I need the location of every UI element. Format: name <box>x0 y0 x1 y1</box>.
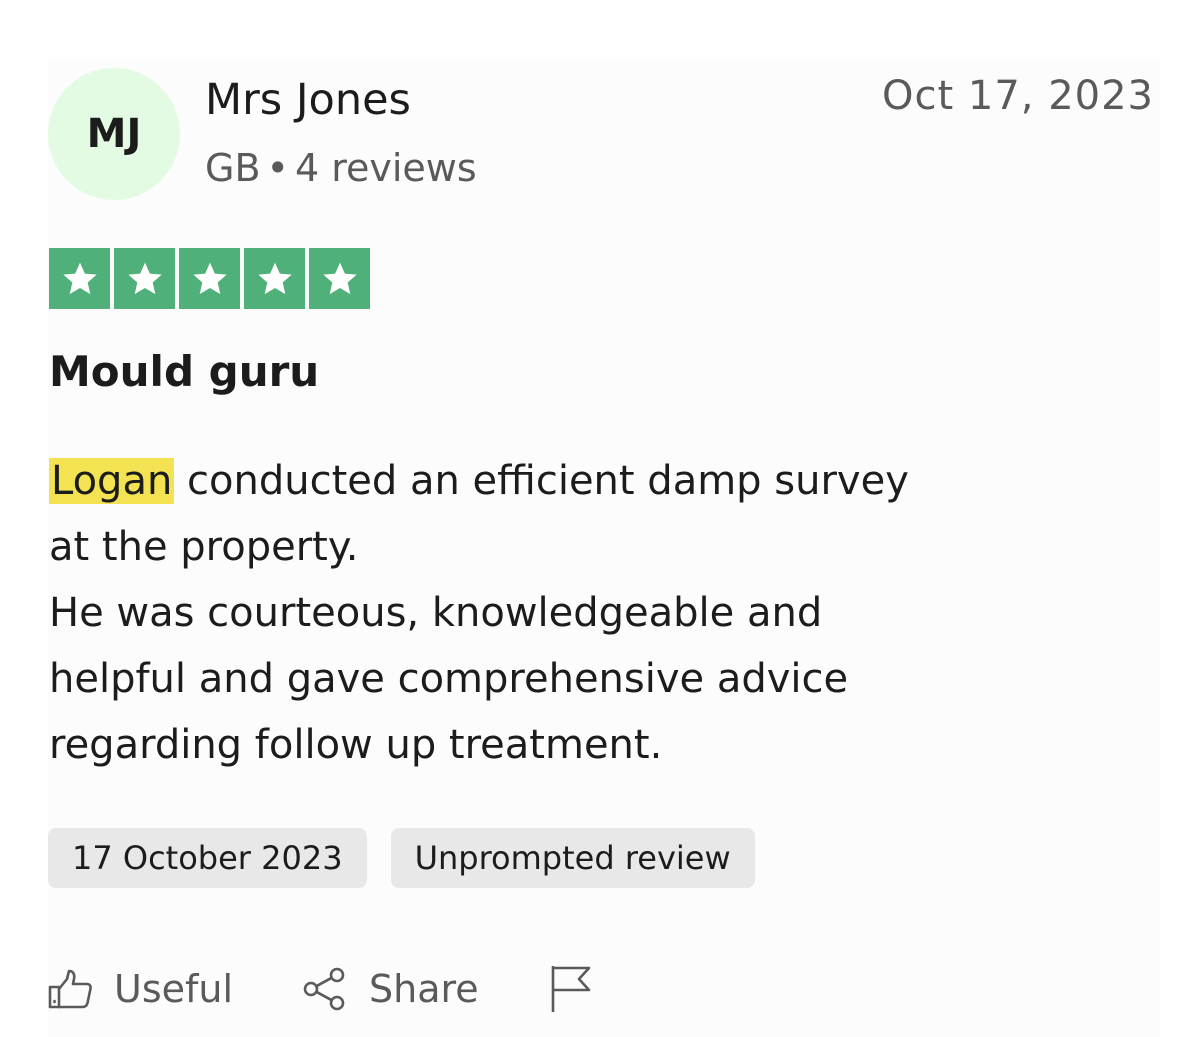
share-button[interactable]: Share <box>303 967 479 1011</box>
star-icon <box>114 248 175 309</box>
review-body-line: helpful and gave comprehensive advice <box>49 656 849 702</box>
review-body-line: at the property. <box>49 524 359 570</box>
avatar[interactable]: MJ <box>48 68 180 200</box>
thumbs-up-icon <box>48 969 92 1009</box>
star-rating <box>49 248 370 309</box>
review-date: Oct 17, 2023 <box>882 73 1154 119</box>
avatar-initials: MJ <box>86 111 142 157</box>
review-body-line: Logan conducted an efficient damp survey <box>49 448 1049 514</box>
share-icon <box>303 967 347 1011</box>
review-actions: Useful Share <box>48 958 593 1020</box>
useful-label: Useful <box>114 967 234 1011</box>
review-body-line: regarding follow up treatment. <box>49 722 663 768</box>
star-icon <box>309 248 370 309</box>
review-chips: 17 October 2023 Unprompted review <box>48 828 755 888</box>
flag-icon <box>549 964 593 1014</box>
review-body-line-text: conducted an efficient damp survey <box>174 458 909 504</box>
review-body: Logan conducted an efficient damp survey… <box>49 448 1049 778</box>
highlighted-word: Logan <box>49 458 175 504</box>
review-title[interactable]: Mould guru <box>49 344 319 400</box>
meta-separator: • <box>266 146 289 190</box>
report-button[interactable] <box>549 964 593 1014</box>
reviewer-country: GB <box>205 146 261 190</box>
share-label: Share <box>369 967 479 1011</box>
useful-button[interactable]: Useful <box>48 967 233 1011</box>
star-icon <box>179 248 240 309</box>
review-body-line: He was courteous, knowledgeable and <box>49 590 823 636</box>
unprompted-review-chip[interactable]: Unprompted review <box>390 828 755 888</box>
reviewer-name[interactable]: Mrs Jones <box>205 72 411 128</box>
reviewer-review-count: 4 reviews <box>294 146 477 190</box>
experience-date-chip: 17 October 2023 <box>48 828 367 888</box>
reviewer-meta: GB • 4 reviews <box>205 142 477 194</box>
star-icon <box>244 248 305 309</box>
star-icon <box>49 248 110 309</box>
